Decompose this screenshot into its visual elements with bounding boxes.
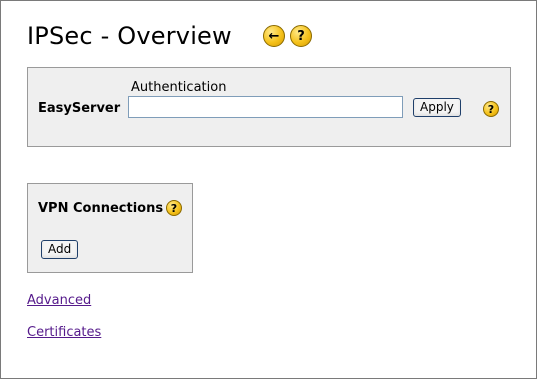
vpn-help-icon[interactable]: ? [166, 200, 182, 216]
easyserver-panel: Authentication EasyServer Apply ? [27, 67, 511, 147]
page-title: IPSec - Overview [27, 22, 232, 50]
help-glyph: ? [297, 28, 305, 44]
apply-button[interactable]: Apply [413, 98, 461, 117]
advanced-link[interactable]: Advanced [27, 293, 91, 308]
help-icon[interactable]: ? [290, 25, 312, 47]
certificates-link[interactable]: Certificates [27, 325, 101, 340]
vpn-connections-title: VPN Connections [38, 201, 164, 216]
easyserver-label: EasyServer [38, 101, 121, 116]
back-arrow-icon[interactable]: ← [263, 25, 285, 47]
vpn-connections-panel: VPN Connections ? Add [27, 183, 193, 273]
help-glyph: ? [170, 201, 178, 215]
add-button[interactable]: Add [41, 240, 79, 259]
help-glyph: ? [487, 102, 495, 116]
authentication-label: Authentication [131, 80, 227, 95]
authentication-input[interactable] [128, 96, 403, 118]
easyserver-help-icon[interactable]: ? [483, 101, 499, 117]
back-arrow-glyph: ← [268, 28, 280, 44]
